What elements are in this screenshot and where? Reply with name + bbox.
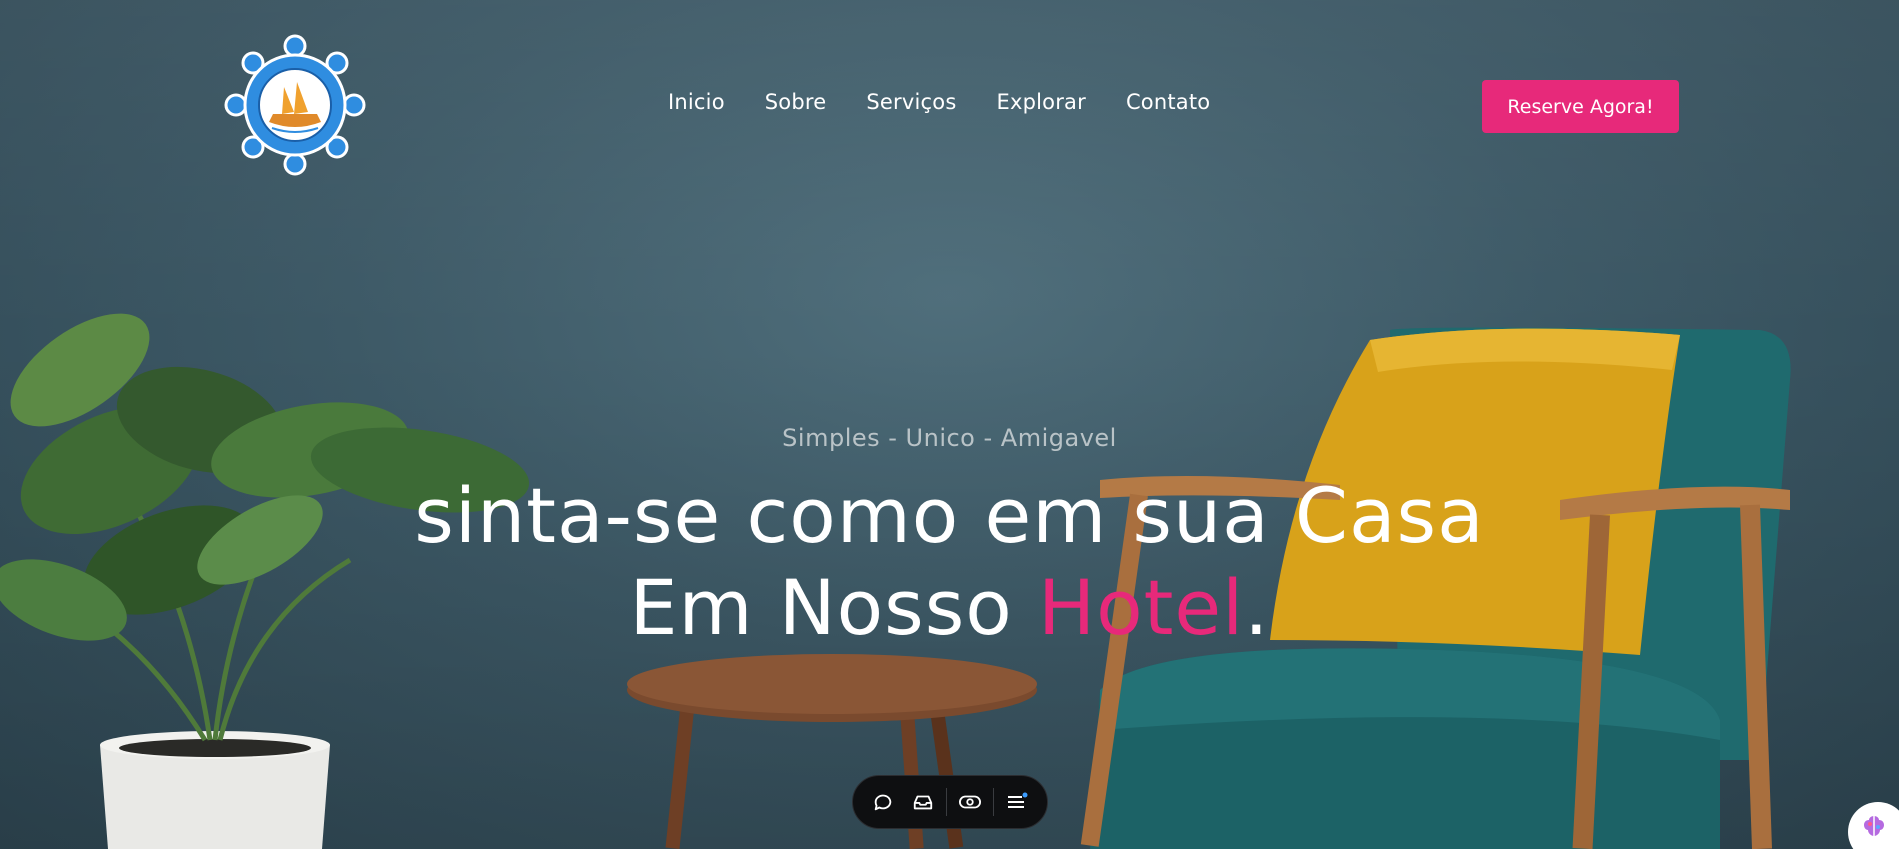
nav-link-contato[interactable]: Contato bbox=[1126, 90, 1210, 114]
chat-icon bbox=[874, 794, 892, 811]
menu-button[interactable] bbox=[1000, 785, 1034, 819]
headline-line-2-prefix: Em Nosso bbox=[629, 563, 1038, 652]
inbox-icon bbox=[913, 795, 933, 810]
hero-section: Inicio Sobre Serviços Explorar Contato R… bbox=[0, 0, 1899, 849]
hero-tagline: Simples - Unico - Amigavel bbox=[782, 424, 1117, 452]
floating-toolbar bbox=[852, 775, 1048, 829]
nav-link-servicos[interactable]: Serviços bbox=[866, 90, 956, 114]
preview-button[interactable] bbox=[953, 785, 987, 819]
headline-line-2: Em Nosso Hotel. bbox=[0, 562, 1899, 654]
inbox-button[interactable] bbox=[906, 785, 940, 819]
eye-icon bbox=[959, 795, 981, 809]
chat-button[interactable] bbox=[866, 785, 900, 819]
hotel-logo[interactable] bbox=[222, 32, 368, 178]
hero-headline: sinta-se como em sua Casa Em Nosso Hotel… bbox=[0, 470, 1899, 654]
nav-link-sobre[interactable]: Sobre bbox=[765, 90, 827, 114]
headline-line-2-suffix: . bbox=[1244, 563, 1270, 652]
nav-link-inicio[interactable]: Inicio bbox=[668, 90, 725, 114]
brain-icon bbox=[1864, 816, 1884, 836]
main-nav: Inicio Sobre Serviços Explorar Contato bbox=[668, 90, 1210, 114]
plant-pot-illustration bbox=[100, 731, 330, 849]
reserve-now-button[interactable]: Reserve Agora! bbox=[1482, 80, 1679, 133]
headline-accent-word: Hotel bbox=[1037, 563, 1245, 652]
nav-link-explorar[interactable]: Explorar bbox=[996, 90, 1085, 114]
headline-line-1: sinta-se como em sua Casa bbox=[414, 471, 1485, 560]
menu-icon bbox=[1008, 792, 1028, 808]
